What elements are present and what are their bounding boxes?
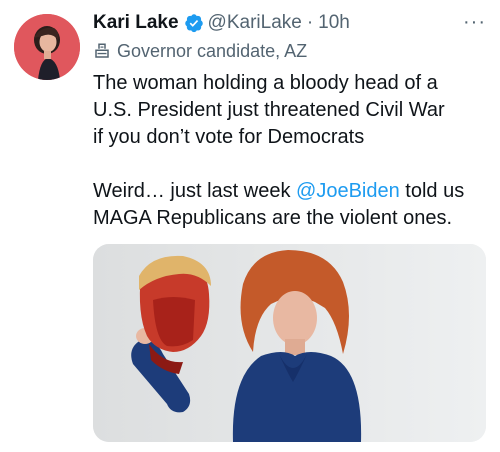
- separator-dot: ·: [306, 12, 314, 33]
- tweet-body: Kari Lake @KariLake · 10h ··· Governor c…: [93, 10, 486, 232]
- author-name[interactable]: Kari Lake: [93, 10, 179, 36]
- tweet-timestamp[interactable]: 10h: [318, 10, 350, 36]
- tweet[interactable]: Kari Lake @KariLake · 10h ··· Governor c…: [0, 0, 500, 452]
- affiliation-label: Governor candidate, AZ: [93, 38, 486, 64]
- verified-badge-icon: [184, 14, 203, 33]
- tweet-text: The woman holding a bloody head of a U.S…: [93, 70, 486, 232]
- tweet-header: Kari Lake @KariLake · 10h: [93, 10, 486, 36]
- tweet-text-line: if you don’t vote for Democrats: [93, 126, 365, 148]
- author-handle[interactable]: @KariLake: [208, 10, 302, 36]
- affiliation-text: Governor candidate, AZ: [117, 40, 308, 61]
- tweet-text-segment: told us: [399, 180, 465, 202]
- mention-link[interactable]: @JoeBiden: [296, 180, 400, 202]
- tweet-text-line: The woman holding a bloody head of a: [93, 72, 438, 94]
- tweet-media-image[interactable]: [93, 244, 486, 442]
- photo: [93, 244, 486, 442]
- avatar-image: [14, 14, 80, 80]
- avatar[interactable]: [14, 14, 80, 80]
- tweet-text-line: U.S. President just threatened Civil War: [93, 99, 445, 121]
- tweet-text-line: MAGA Republicans are the violent ones.: [93, 207, 453, 229]
- tweet-text-line: Weird… just last week @JoeBiden told us: [93, 178, 486, 205]
- more-options-icon[interactable]: ···: [463, 12, 486, 32]
- tweet-text-segment: Weird… just last week: [93, 180, 297, 202]
- ballot-box-icon: [95, 43, 109, 58]
